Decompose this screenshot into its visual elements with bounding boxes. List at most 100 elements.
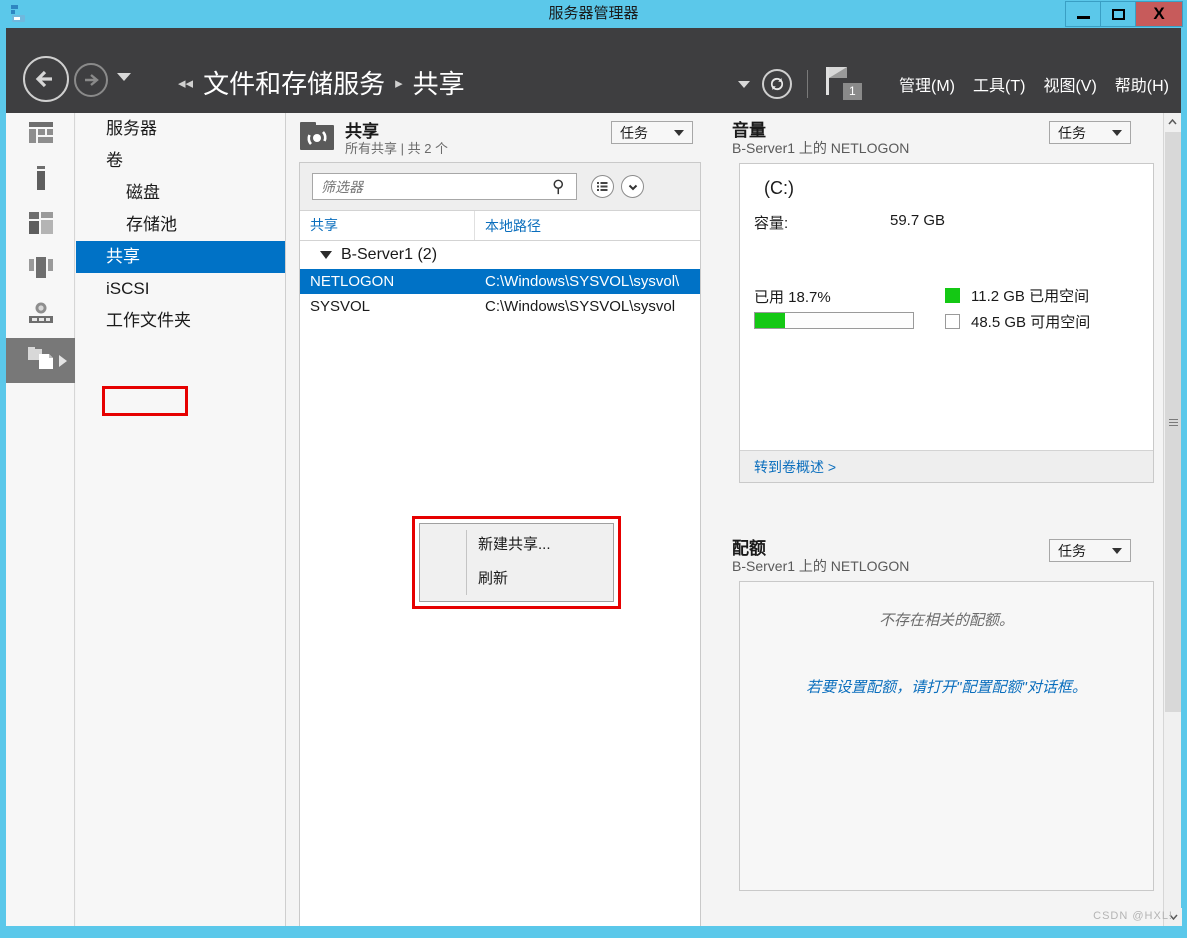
rail-item-servers[interactable]: [6, 158, 75, 203]
share-group-row[interactable]: B-Server1 (2): [300, 241, 700, 269]
title-bar: 服务器管理器 X: [0, 0, 1187, 28]
storage-pool-icon: [28, 301, 54, 330]
disks-icon: [28, 256, 54, 285]
navbar-overflow-icon[interactable]: [738, 80, 750, 88]
rail-item-volumes[interactable]: [6, 203, 75, 248]
quota-detail-box: 不存在相关的配额。 若要设置配额，请打开"配置配额"对话框。: [739, 581, 1154, 891]
tree-item-iscsi[interactable]: iSCSI: [76, 273, 285, 305]
volume-usage-bar: [754, 312, 914, 329]
list-view-icon[interactable]: [591, 175, 614, 198]
column-header-local-path[interactable]: 本地路径: [475, 216, 541, 236]
quota-card-subtitle: B-Server1 上的 NETLOGON: [732, 558, 910, 574]
minimize-button[interactable]: [1065, 1, 1101, 27]
volume-usage-bar-fill: [755, 313, 785, 328]
scrollbar-grip-icon: [1168, 418, 1178, 426]
volume-capacity-label: 容量:: [754, 215, 789, 232]
shares-column-headers: 共享 本地路径: [300, 211, 700, 241]
shares-tasks-button[interactable]: 任务: [611, 121, 693, 144]
free-space-label: 48.5 GB 可用空间: [971, 313, 1091, 331]
shares-icon: [27, 346, 55, 375]
menu-manage[interactable]: 管理(M): [899, 72, 955, 96]
chevron-down-icon: [674, 129, 684, 136]
breadcrumb-root[interactable]: 文件和存储服务: [203, 64, 385, 101]
close-button[interactable]: X: [1135, 1, 1183, 27]
notification-badge: 1: [843, 83, 862, 100]
table-row[interactable]: SYSVOL C:\Windows\SYSVOL\sysvol: [300, 294, 700, 319]
go-to-volumes-overview-link[interactable]: 转到卷概述 >: [754, 457, 836, 477]
nav-history-dropdown-icon[interactable]: [117, 73, 131, 81]
shares-tasks-label: 任务: [620, 124, 648, 141]
menu-help[interactable]: 帮助(H): [1115, 72, 1169, 96]
search-input[interactable]: [312, 173, 577, 200]
breadcrumb-current: 共享: [412, 69, 465, 99]
quota-tasks-label: 任务: [1058, 542, 1086, 559]
minimize-icon: [1076, 16, 1090, 19]
quota-configure-hint[interactable]: 若要设置配额，请打开"配置配额"对话框。: [740, 676, 1153, 697]
share-path-cell: C:\Windows\SYSVOL\sysvol\: [485, 273, 680, 290]
tree-item-disks[interactable]: 磁盘: [76, 177, 285, 209]
navigation-bar: ◂◂ 文件和存储服务 ▸ 共享 1 管理(M) 工具(T) 视图(V) 帮助(H…: [6, 28, 1181, 113]
scrollbar-thumb[interactable]: [1165, 132, 1181, 712]
shares-folder-icon: [299, 121, 335, 151]
rail-item-shares[interactable]: [6, 338, 75, 383]
rail-item-dashboard[interactable]: [6, 113, 75, 158]
icon-rail: [6, 113, 75, 926]
quota-empty-message: 不存在相关的配额。: [878, 612, 1014, 629]
quota-card: 配额 B-Server1 上的 NETLOGON 任务 不存在相关的配额。 若要…: [704, 531, 1181, 911]
menu-tools[interactable]: 工具(T): [973, 72, 1025, 96]
search-icon[interactable]: ⚲: [552, 177, 564, 197]
tree-item-servers[interactable]: 服务器: [76, 113, 285, 145]
maximize-icon: [1111, 8, 1125, 20]
tree-item-work-folders[interactable]: 工作文件夹: [76, 305, 285, 337]
share-name-cell: NETLOGON: [310, 273, 395, 290]
content-area: 服务器 卷 磁盘 存储池 共享 iSCSI 工作文件夹 共享 所有共享 | 共 …: [6, 113, 1182, 926]
legend-row-used: 11.2 GB 已用空间: [945, 282, 1090, 308]
group-collapse-icon[interactable]: [320, 251, 332, 259]
navbar-divider: [807, 70, 808, 98]
forward-arrow-icon[interactable]: [74, 63, 108, 97]
window-controls: X: [1065, 1, 1183, 27]
volume-overview-link-bar: 转到卷概述 >: [740, 450, 1153, 482]
tree-item-storage-pools[interactable]: 存储池: [76, 209, 285, 241]
volume-capacity-value: 59.7 GB: [890, 212, 946, 229]
server-icon: [33, 165, 49, 196]
tree-item-shares[interactable]: 共享: [76, 241, 285, 273]
breadcrumb: ◂◂ 文件和存储服务 ▸ 共享: [178, 64, 465, 101]
table-row[interactable]: NETLOGON C:\Windows\SYSVOL\sysvol\: [300, 269, 700, 294]
breadcrumb-back-icon[interactable]: ◂◂: [178, 74, 193, 92]
shares-pane-subtitle: 所有共享 | 共 2 个: [345, 141, 449, 156]
rail-item-storage-pool[interactable]: [6, 293, 75, 338]
vertical-scrollbar[interactable]: [1163, 113, 1182, 926]
context-menu-item-new-share[interactable]: 新建共享...: [420, 528, 613, 562]
context-menu-item-refresh[interactable]: 刷新: [420, 562, 613, 596]
volume-card-header: 音量 B-Server1 上的 NETLOGON 任务: [704, 113, 1181, 158]
filter-toolbar: ⚲: [300, 163, 700, 211]
chevron-down-icon: [1112, 547, 1122, 554]
main-window: ◂◂ 文件和存储服务 ▸ 共享 1 管理(M) 工具(T) 视图(V) 帮助(H…: [6, 28, 1182, 926]
volumes-icon: [28, 211, 54, 240]
shares-highlight-annotation: [102, 386, 188, 416]
scroll-up-button[interactable]: [1164, 113, 1181, 131]
chevron-down-icon[interactable]: [621, 175, 644, 198]
details-pane: 音量 B-Server1 上的 NETLOGON 任务 (C:) 容量: 59.…: [704, 113, 1181, 926]
volume-detail-box: (C:) 容量: 59.7 GB 已用 18.7% 11.2 GB 已用空间 4…: [739, 163, 1154, 483]
column-header-share[interactable]: 共享: [300, 211, 475, 240]
quota-tasks-button[interactable]: 任务: [1049, 539, 1131, 562]
menu-view[interactable]: 视图(V): [1043, 72, 1096, 96]
tree-item-volumes[interactable]: 卷: [76, 145, 285, 177]
window-title: 服务器管理器: [548, 5, 639, 22]
free-space-swatch-icon: [945, 313, 960, 329]
refresh-icon[interactable]: [762, 69, 792, 99]
rail-item-disks[interactable]: [6, 248, 75, 293]
notification-flag-button[interactable]: 1: [823, 64, 867, 104]
maximize-button[interactable]: [1100, 1, 1136, 27]
navigation-tree: 服务器 卷 磁盘 存储池 共享 iSCSI 工作文件夹: [76, 113, 286, 926]
volume-legend: 11.2 GB 已用空间 48.5 GB 可用空间: [945, 282, 1090, 334]
share-name-cell: SYSVOL: [310, 298, 371, 315]
back-arrow-icon[interactable]: [23, 56, 69, 102]
rail-expand-icon[interactable]: [59, 354, 67, 367]
volume-drive-letter: (C:): [764, 178, 794, 198]
volume-tasks-button[interactable]: 任务: [1049, 121, 1131, 144]
context-menu-gutter: [466, 530, 467, 595]
chevron-down-icon: [1112, 129, 1122, 136]
